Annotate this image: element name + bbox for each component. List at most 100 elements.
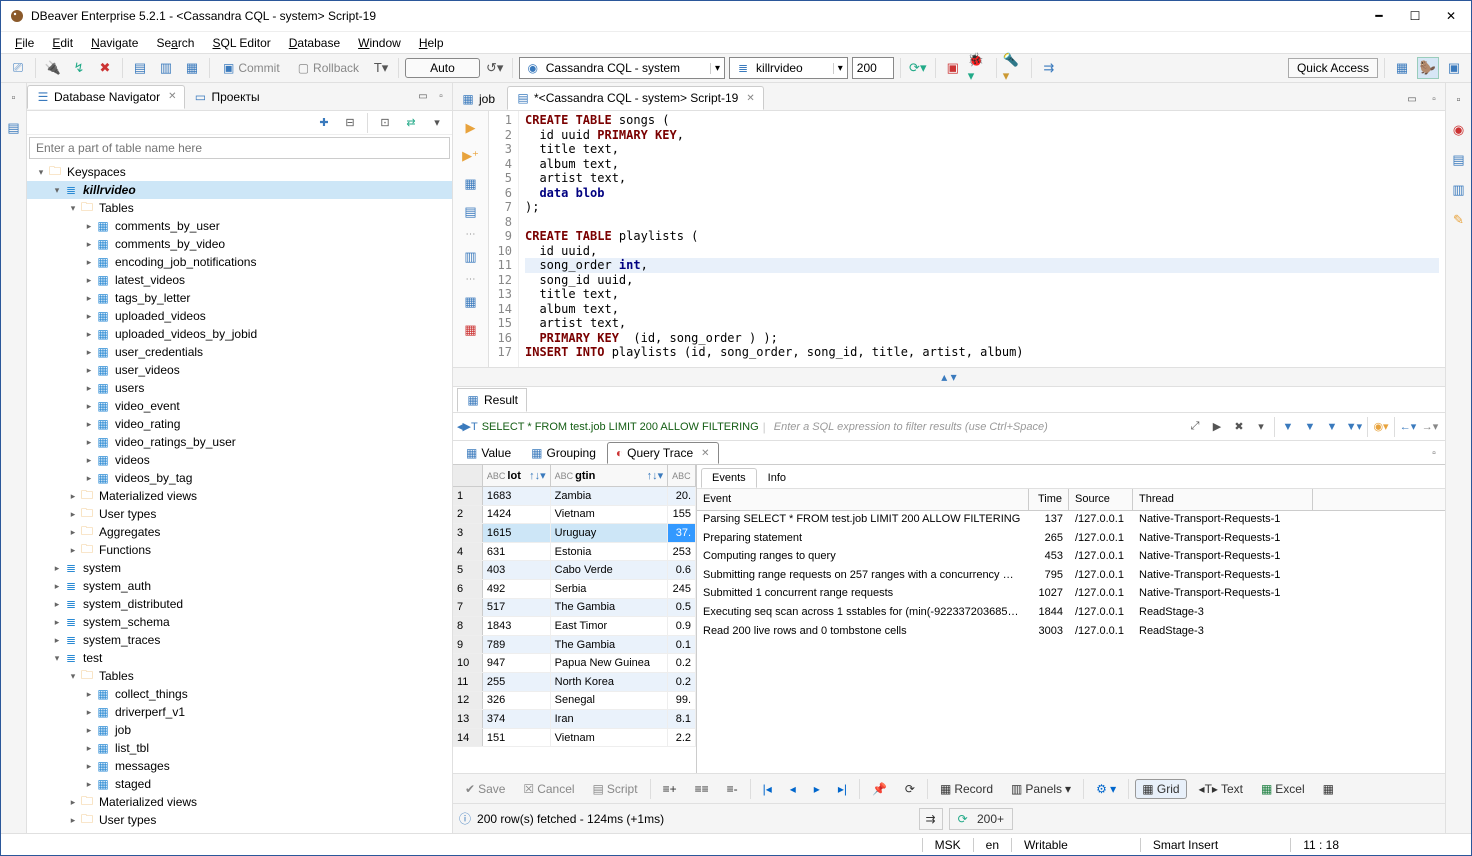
collapse-all-icon[interactable]: ⊟	[339, 112, 361, 134]
excel-mode-button[interactable]: ▦ Excel	[1255, 780, 1311, 798]
menu-edit[interactable]: Edit	[44, 34, 81, 52]
tree-row[interactable]: ▸🗀Aggregates	[27, 523, 452, 541]
menu-file[interactable]: File	[7, 34, 42, 52]
menu-database[interactable]: Database	[281, 34, 348, 52]
tree-row[interactable]: ▸≣system_distributed	[27, 595, 452, 613]
table-row[interactable]: 10947Papua New Guinea0.2	[453, 654, 696, 673]
commit-button[interactable]: ▣Commit	[216, 58, 287, 78]
tab-job[interactable]: ▦ job	[453, 88, 503, 110]
tab-database-navigator[interactable]: ☰ Database Navigator ✕	[27, 85, 185, 109]
table-row[interactable]: 11255North Korea0.2	[453, 673, 696, 692]
table-row[interactable]: 4631Estonia253	[453, 543, 696, 562]
delete-row-icon[interactable]: ≡-	[721, 780, 744, 798]
sql-editor[interactable]: 1234567891011121314151617 CREATE TABLE s…	[489, 111, 1445, 367]
pin-icon[interactable]: 📌	[866, 780, 893, 798]
load-template-icon[interactable]: ▦	[460, 291, 482, 313]
tree-row[interactable]: ▸🗀User types	[27, 811, 452, 829]
cancel-button[interactable]: ☒ Cancel	[517, 780, 580, 798]
save-button[interactable]: ✔ Save	[459, 780, 511, 798]
new-sql-icon[interactable]: ▦	[181, 57, 203, 79]
table-row[interactable]: 14151Vietnam2.2	[453, 729, 696, 748]
execute-icon[interactable]: ◂▶T	[457, 420, 478, 433]
tree-row[interactable]: ▸▦encoding_job_notifications	[27, 253, 452, 271]
link-editor-icon[interactable]: ⊡	[374, 112, 396, 134]
tree-row[interactable]: ▸🗀Functions	[27, 541, 452, 559]
editor-min-icon[interactable]: ▭	[1401, 88, 1423, 110]
tree-row[interactable]: ▸▦video_rating	[27, 415, 452, 433]
maximize-button[interactable]: ☐	[1407, 8, 1423, 24]
tree-row[interactable]: ▸≣system_schema	[27, 613, 452, 631]
tree-row[interactable]: ▸▦video_ratings_by_user	[27, 433, 452, 451]
search-icon[interactable]: 🔦▾	[1003, 57, 1025, 79]
run-new-tab-icon[interactable]: ▶⁺	[460, 145, 482, 167]
history-icon[interactable]: ↺▾	[484, 57, 506, 79]
tree-row[interactable]: ▸▦video_event	[27, 397, 452, 415]
panel-max-icon[interactable]: ▫	[1423, 442, 1445, 464]
table-row[interactable]: 31615Uruguay37.	[453, 524, 696, 543]
apply-filter-icon[interactable]: ▶	[1206, 416, 1228, 438]
sql-editor-icon[interactable]: ▤	[129, 57, 151, 79]
code-text[interactable]: CREATE TABLE songs ( id uuid PRIMARY KEY…	[519, 111, 1445, 367]
row-limit-input[interactable]	[852, 57, 894, 79]
tree-row[interactable]: ▸▦comments_by_video	[27, 235, 452, 253]
first-page-icon[interactable]: |◂	[757, 780, 778, 798]
f1-icon[interactable]: ▼	[1277, 416, 1299, 438]
tree-row[interactable]: ▸≣system	[27, 559, 452, 577]
tree-row[interactable]: ▾🗀Tables	[27, 199, 452, 217]
export-data-icon[interactable]: ⇉	[919, 808, 943, 830]
record-button[interactable]: ▦ Record	[934, 780, 999, 798]
result-tab[interactable]: ▦ Result	[457, 388, 527, 412]
close-panel-icon[interactable]: ✕	[701, 448, 709, 459]
perspective-dbeaver-icon[interactable]: 🦫	[1417, 57, 1439, 79]
gear-icon[interactable]: ⚙ ▾	[1090, 780, 1122, 798]
refresh-icon[interactable]: ⟳▾	[907, 57, 929, 79]
editor-max-icon[interactable]: ▫	[1423, 88, 1445, 110]
col-gtin-header[interactable]: ABCgtin↑↓▾	[551, 465, 668, 486]
trace-row[interactable]: Submitting range requests on 257 ranges …	[697, 567, 1445, 586]
error-icon[interactable]: ◉	[1448, 119, 1470, 141]
tree-row[interactable]: ▸▦comments_by_user	[27, 217, 452, 235]
tree-row[interactable]: ▸▦uploaded_videos	[27, 307, 452, 325]
tree-row[interactable]: ▸▦tags_by_letter	[27, 289, 452, 307]
f2-icon[interactable]: ▼	[1299, 416, 1321, 438]
maximize-view-icon[interactable]: ▫	[434, 90, 448, 104]
explain-plan-icon[interactable]: ▤	[460, 201, 482, 223]
filter-placeholder[interactable]: Enter a SQL expression to filter results…	[774, 421, 1184, 433]
search-result-icon[interactable]: ▥	[1448, 179, 1470, 201]
menu-help[interactable]: Help	[411, 34, 452, 52]
minimize-button[interactable]: ━	[1371, 8, 1387, 24]
history-filter-icon[interactable]: ▾	[1250, 416, 1272, 438]
schema-combo[interactable]: ≣killrvideo▾	[729, 57, 848, 79]
panels-button[interactable]: ▥ Panels ▾	[1005, 780, 1077, 798]
tree-row[interactable]: ▸▦staged	[27, 775, 452, 793]
f3-icon[interactable]: ▼	[1321, 416, 1343, 438]
trace-row[interactable]: Submitted 1 concurrent range requests102…	[697, 585, 1445, 604]
table-row[interactable]: 12326Senegal99.	[453, 692, 696, 711]
table-row[interactable]: 13374Iran8.1	[453, 710, 696, 729]
recent-sql-icon[interactable]: ▥	[155, 57, 177, 79]
tree-row[interactable]: ▸≣system_traces	[27, 631, 452, 649]
export-icon[interactable]: ⇉	[1038, 57, 1060, 79]
tree-row[interactable]: ▾≣test	[27, 649, 452, 667]
rollback-button[interactable]: ▢Rollback	[291, 58, 366, 78]
query-trace-panel-tab[interactable]: ◐Query Trace✕	[607, 442, 719, 464]
tree-row[interactable]: ▾🗀Keyspaces	[27, 163, 452, 181]
trace-events-tab[interactable]: Events	[701, 468, 757, 488]
trace-row[interactable]: Computing ranges to query453/127.0.0.1Na…	[697, 548, 1445, 567]
col-lot-header[interactable]: ABClot↑↓▾	[483, 465, 551, 486]
view-menu-icon[interactable]: ▾	[426, 112, 448, 134]
select-row-icon[interactable]: ▥	[460, 246, 482, 268]
perspective-3-icon[interactable]: ▣	[1443, 57, 1465, 79]
last-page-icon[interactable]: ▸|	[832, 780, 853, 798]
new-connection-icon[interactable]: ⎚	[7, 57, 29, 79]
close-tab-icon[interactable]: ✕	[746, 93, 754, 104]
tree-row[interactable]: ▸▦videos	[27, 451, 452, 469]
tree-row[interactable]: ▸▦user_videos	[27, 361, 452, 379]
col-3-header[interactable]: ABC	[668, 465, 696, 486]
table-row[interactable]: 7517The Gambia0.5	[453, 599, 696, 618]
table-row[interactable]: 11683Zambia20.	[453, 487, 696, 506]
table-row[interactable]: 21424Vietnam155	[453, 506, 696, 525]
run-sql-icon[interactable]: ▶	[460, 117, 482, 139]
trace-row[interactable]: Preparing statement265/127.0.0.1Native-T…	[697, 530, 1445, 549]
quick-access-button[interactable]: Quick Access	[1288, 58, 1378, 78]
